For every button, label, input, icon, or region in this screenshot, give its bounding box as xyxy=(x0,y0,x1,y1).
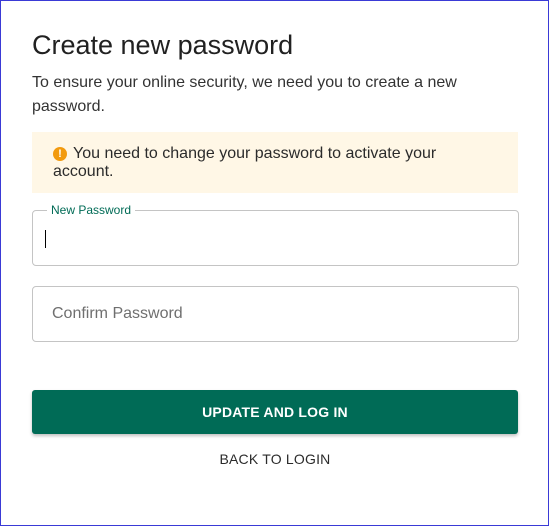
alert-message: You need to change your password to acti… xyxy=(53,145,437,180)
update-and-login-button[interactable]: UPDATE AND LOG IN xyxy=(32,390,518,434)
new-password-field[interactable]: New Password xyxy=(32,203,519,266)
new-password-input[interactable] xyxy=(45,211,505,265)
page-title: Create new password xyxy=(32,30,294,60)
confirm-password-input[interactable] xyxy=(52,287,512,341)
intro-text: To ensure your online security, we need … xyxy=(32,74,457,115)
warning-circle-icon: ! xyxy=(53,147,67,161)
text-cursor xyxy=(45,230,46,248)
confirm-password-field[interactable] xyxy=(32,286,519,342)
activation-warning-alert: ! You need to change your password to act… xyxy=(32,132,518,193)
create-password-dialog: Create new password To ensure your onlin… xyxy=(0,0,549,526)
back-to-login-link[interactable]: BACK TO LOGIN xyxy=(32,448,518,470)
